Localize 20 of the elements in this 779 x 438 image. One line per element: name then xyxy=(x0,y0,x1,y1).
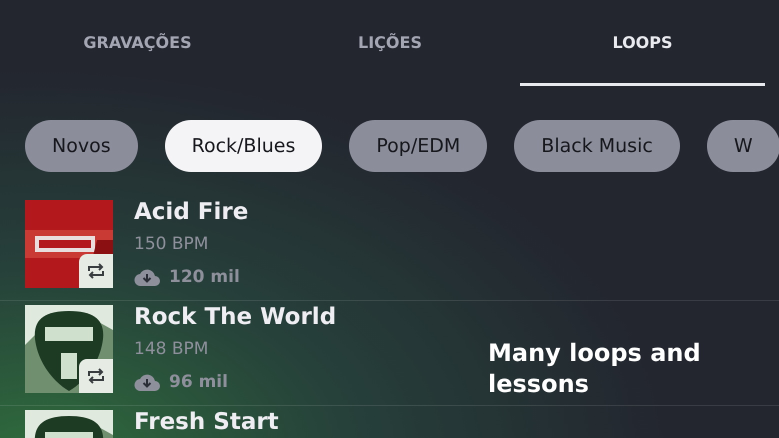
genre-chip[interactable]: Pop/EDM xyxy=(349,120,488,172)
genre-chip[interactable]: Rock/Blues xyxy=(164,120,322,172)
loop-title: Acid Fire xyxy=(134,200,248,224)
genre-chip[interactable]: Black Music xyxy=(514,120,680,172)
cloud-download-icon xyxy=(134,268,160,286)
download-count: 120 mil xyxy=(169,267,240,287)
loop-title: Rock The World xyxy=(134,305,336,329)
download-count: 96 mil xyxy=(169,372,228,392)
genre-chip[interactable]: Novos xyxy=(25,120,138,172)
tab[interactable]: GRAVAÇÕES xyxy=(15,0,260,86)
repeat-icon xyxy=(87,368,105,384)
tab[interactable]: LIÇÕES xyxy=(260,0,520,86)
repeat-icon xyxy=(87,263,105,279)
loop-title: Fresh Start xyxy=(134,410,279,434)
bpm-label: 148 BPM xyxy=(134,339,210,359)
promo-caption: Many loops and lessons xyxy=(488,338,702,400)
tab[interactable]: LOOPS xyxy=(520,0,765,86)
genre-chip[interactable]: W xyxy=(706,120,779,172)
bpm-label: 150 BPM xyxy=(134,234,210,254)
cloud-download-icon xyxy=(134,373,160,391)
